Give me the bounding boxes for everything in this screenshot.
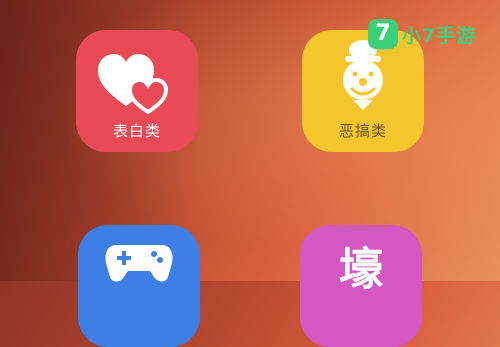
gamepad-icon xyxy=(105,245,173,282)
app-label-funny: 恶搞类 xyxy=(338,123,387,140)
rich-glyph-icon: 壕 xyxy=(339,244,383,295)
app-icon-rich[interactable]: 壕 xyxy=(300,225,422,347)
hearts-icon xyxy=(98,54,169,115)
app-label-confess: 表白类 xyxy=(112,123,161,140)
app-icon-confess[interactable]: 表白类 xyxy=(76,30,198,152)
watermark-logo: 7 小7手游 xyxy=(368,18,476,50)
logo-text: 小7手游 xyxy=(402,24,477,47)
app-icon-game[interactable] xyxy=(78,225,200,347)
logo-mark-icon: 7 xyxy=(368,19,398,49)
